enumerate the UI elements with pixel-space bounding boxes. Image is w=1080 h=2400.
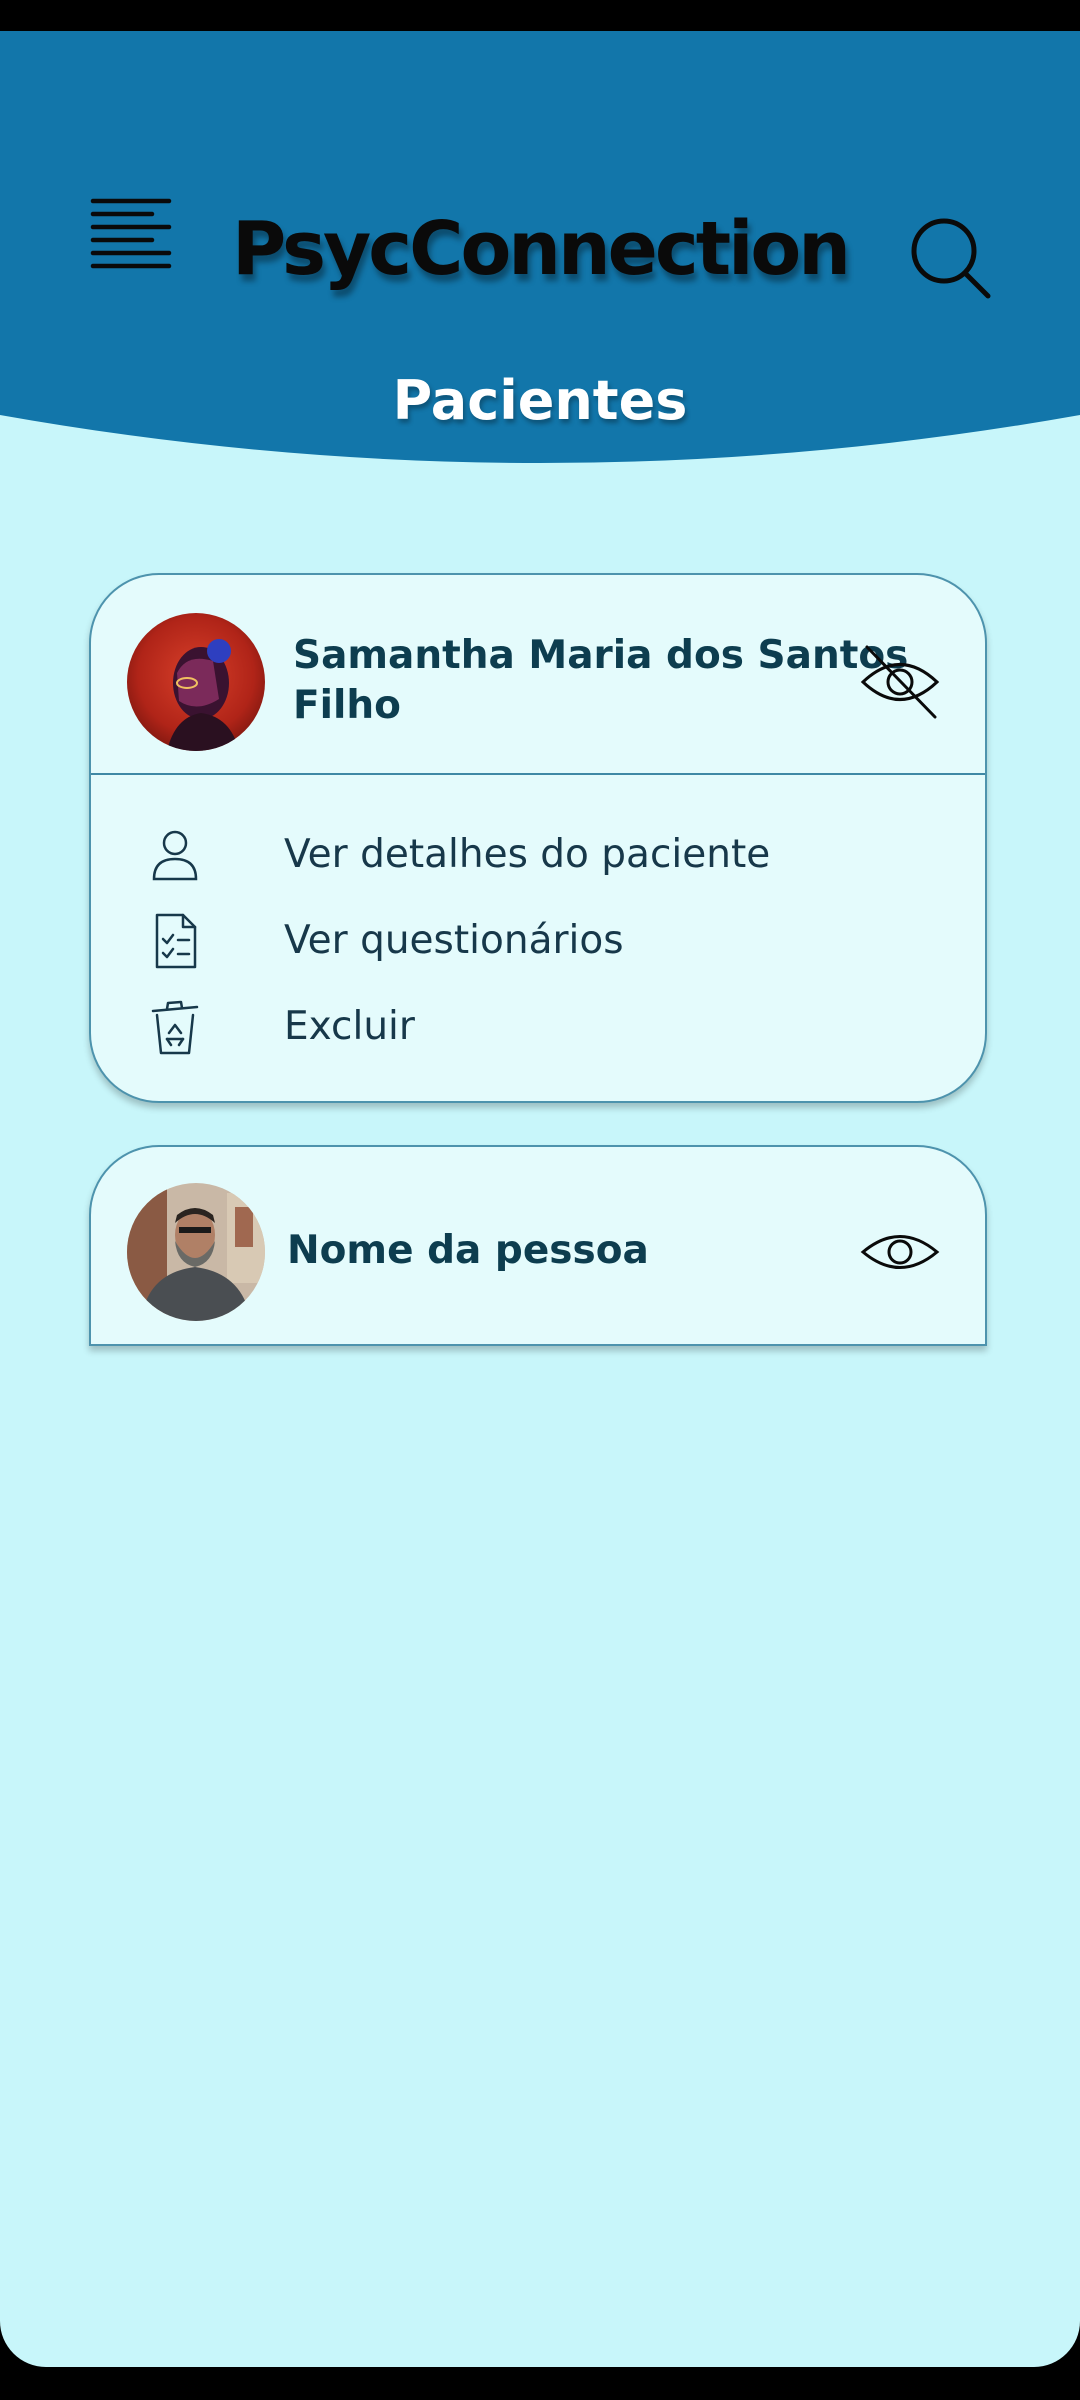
checklist-document-icon: [147, 913, 203, 969]
patient-card: Nome da pessoa: [89, 1145, 987, 1346]
search-icon: [911, 218, 991, 299]
patient-card-header[interactable]: Samantha Maria dos Santos Filho: [91, 575, 985, 773]
menu-button[interactable]: [90, 197, 172, 273]
trash-recycle-icon: [147, 999, 203, 1055]
patient-avatar: [127, 1183, 265, 1321]
view-questionnaires-item[interactable]: Ver questionários: [91, 901, 985, 981]
patient-name: Nome da pessoa: [287, 1228, 649, 1273]
delete-label: Excluir: [284, 1004, 415, 1049]
patient-avatar: [127, 613, 265, 751]
card-divider: [91, 773, 985, 775]
page-title: Pacientes: [392, 369, 688, 432]
patient-name: Samantha Maria dos Santos Filho: [293, 631, 908, 731]
delete-item[interactable]: Excluir: [91, 987, 985, 1067]
view-patient-details-item[interactable]: Ver detalhes do paciente: [91, 815, 985, 895]
visibility-toggle[interactable]: [859, 1211, 941, 1293]
view-questionnaires-label: Ver questionários: [284, 918, 624, 963]
view-patient-details-label: Ver detalhes do paciente: [284, 832, 771, 877]
app-title: PsycConnection: [232, 206, 851, 292]
app-screen: PsycConnection Pacientes Samantha Maria …: [0, 31, 1080, 2367]
search-button[interactable]: [908, 217, 998, 307]
patient-name-line: Samantha Maria dos Santos: [293, 633, 909, 678]
patient-name-line: Filho: [293, 683, 401, 728]
visibility-toggle[interactable]: [859, 641, 941, 723]
eye-icon: [860, 1235, 940, 1269]
menu-lines-icon: [90, 198, 172, 269]
patient-card: Samantha Maria dos Santos Filho Ver deta…: [89, 573, 987, 1103]
patient-card-header[interactable]: Nome da pessoa: [91, 1147, 985, 1345]
user-icon: [147, 827, 203, 883]
eye-off-icon: [860, 645, 940, 719]
